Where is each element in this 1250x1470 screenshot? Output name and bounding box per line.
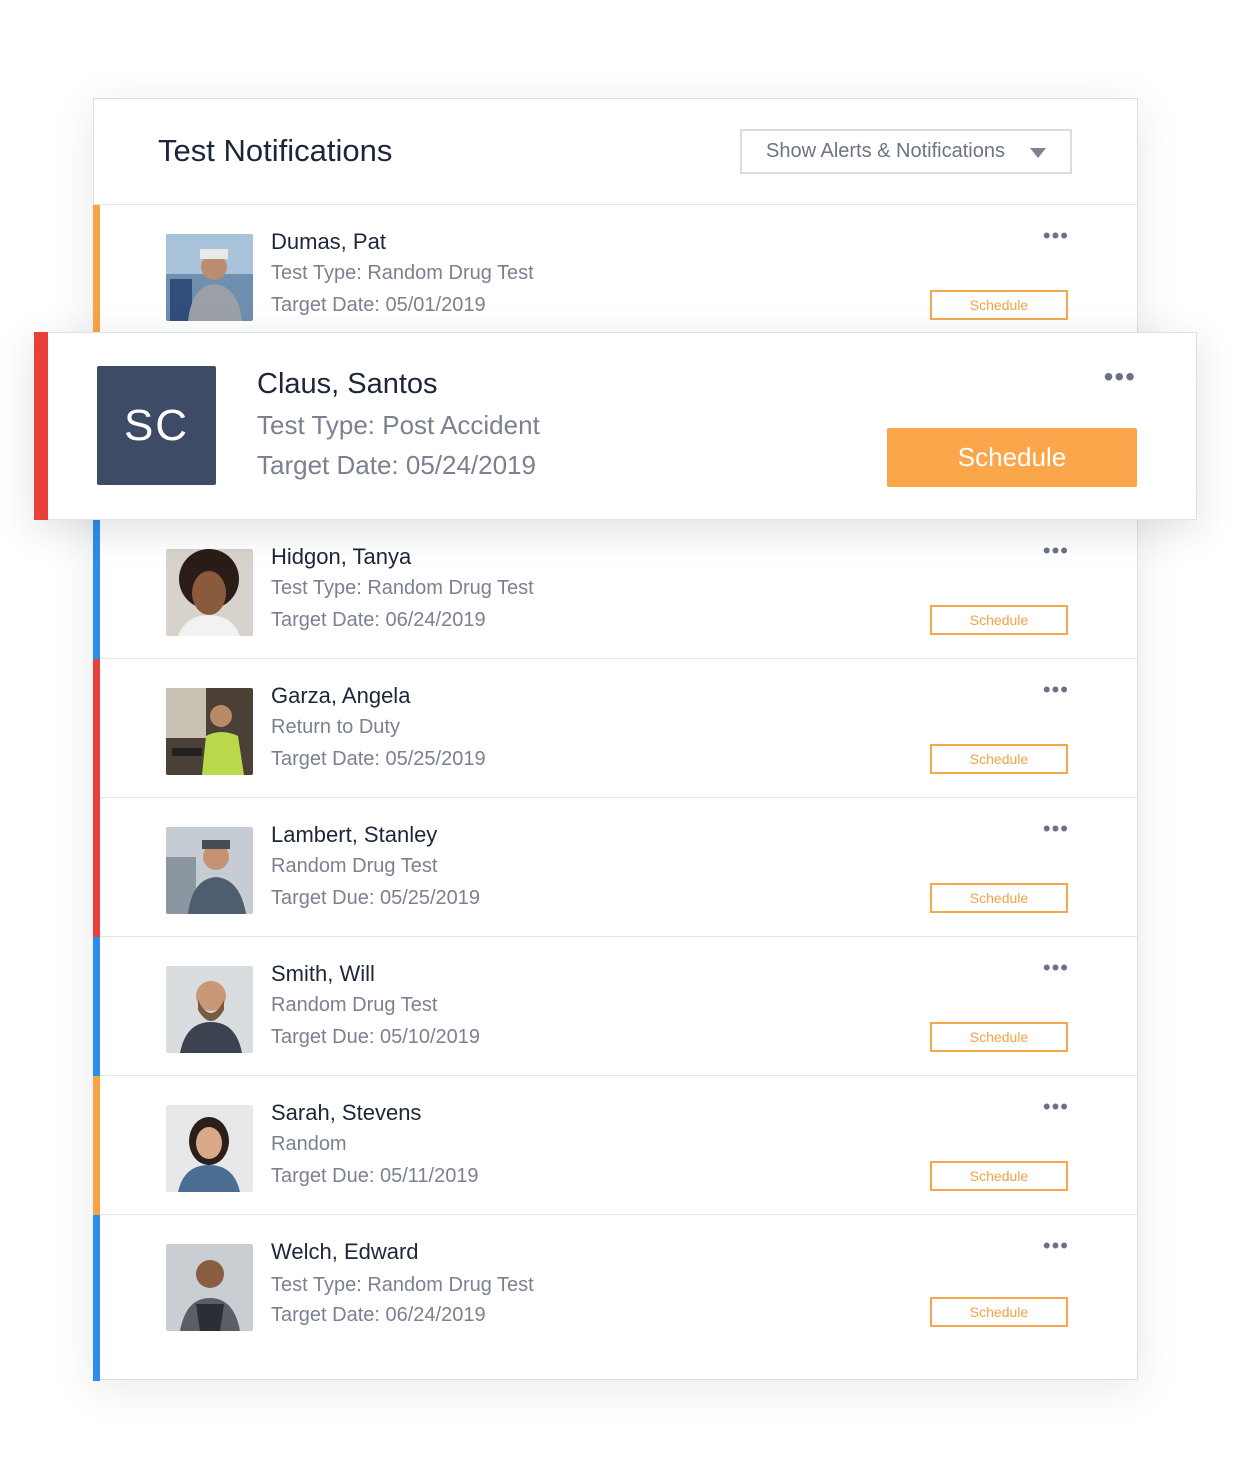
test-type: Random Drug Test	[271, 994, 438, 1016]
target-date: Target Date: 05/24/2019	[257, 450, 536, 480]
notification-row-smith[interactable]: Smith, Will Random Drug Test Target Due:…	[93, 937, 1137, 1076]
status-bar	[34, 332, 48, 520]
target-date: Target Due: 05/10/2019	[271, 1026, 481, 1048]
panel-header: Test Notifications Show Alerts & Notific…	[94, 99, 1137, 205]
driver-name: Smith, Will	[271, 961, 375, 986]
featured-notification-card[interactable]: SC Claus, Santos Test Type: Post Acciden…	[34, 332, 1197, 520]
schedule-button[interactable]: Schedule	[930, 290, 1068, 320]
avatar	[166, 1244, 253, 1331]
alerts-filter-select[interactable]: Show Alerts & Notifications	[740, 129, 1072, 174]
avatar	[166, 234, 253, 321]
avatar	[166, 966, 253, 1053]
notification-row-hidgon[interactable]: Hidgon, Tanya Test Type: Random Drug Tes…	[93, 520, 1137, 659]
notification-row-lambert[interactable]: Lambert, Stanley Random Drug Test Target…	[93, 798, 1137, 937]
notification-row-dumas[interactable]: Dumas, Pat Test Type: Random Drug Test T…	[93, 205, 1137, 344]
more-options-icon[interactable]: •••	[1043, 225, 1069, 247]
status-bar	[93, 520, 100, 659]
status-bar	[93, 798, 100, 937]
target-date: Target Date: 06/24/2019	[271, 1304, 486, 1326]
target-date: Target Date: 05/01/2019	[271, 294, 486, 316]
more-options-icon[interactable]: •••	[1043, 818, 1069, 840]
schedule-button[interactable]: Schedule	[930, 1297, 1068, 1327]
test-type: Return to Duty	[271, 716, 400, 738]
driver-name: Dumas, Pat	[271, 229, 386, 254]
test-type: Random Drug Test	[271, 855, 438, 877]
avatar	[166, 688, 253, 775]
more-options-icon[interactable]: •••	[1043, 679, 1069, 701]
notification-row-welch[interactable]: Welch, Edward Test Type: Random Drug Tes…	[93, 1215, 1137, 1381]
initials-avatar: SC	[97, 366, 216, 485]
more-options-icon[interactable]: •••	[1043, 540, 1069, 562]
more-options-icon[interactable]: •••	[1043, 957, 1069, 979]
driver-name: Claus, Santos	[257, 368, 438, 400]
more-options-icon[interactable]: •••	[1043, 1096, 1069, 1118]
driver-name: Sarah, Stevens	[271, 1100, 422, 1125]
test-type: Test Type: Post Accident	[257, 410, 540, 440]
test-type: Test Type: Random Drug Test	[271, 577, 534, 599]
schedule-button[interactable]: Schedule	[887, 428, 1137, 487]
more-options-icon[interactable]: •••	[1043, 1235, 1069, 1257]
status-bar	[93, 205, 100, 344]
test-type: Test Type: Random Drug Test	[271, 1274, 534, 1296]
driver-name: Hidgon, Tanya	[271, 544, 412, 569]
target-date: Target Date: 06/24/2019	[271, 609, 486, 631]
schedule-button[interactable]: Schedule	[930, 1022, 1068, 1052]
driver-name: Welch, Edward	[271, 1239, 419, 1264]
status-bar	[93, 1076, 100, 1215]
page-title: Test Notifications	[158, 133, 393, 168]
target-date: Target Date: 05/25/2019	[271, 748, 486, 770]
status-bar	[93, 1215, 100, 1381]
status-bar	[93, 937, 100, 1076]
schedule-button[interactable]: Schedule	[930, 1161, 1068, 1191]
schedule-button[interactable]: Schedule	[930, 744, 1068, 774]
schedule-button[interactable]: Schedule	[930, 883, 1068, 913]
schedule-button[interactable]: Schedule	[930, 605, 1068, 635]
avatar	[166, 549, 253, 636]
avatar	[166, 1105, 253, 1192]
notification-row-garza[interactable]: Garza, Angela Return to Duty Target Date…	[93, 659, 1137, 798]
target-date: Target Due: 05/25/2019	[271, 887, 481, 909]
driver-name: Garza, Angela	[271, 683, 411, 708]
avatar	[166, 827, 253, 914]
caret-down-icon[interactable]	[1030, 148, 1046, 158]
driver-name: Lambert, Stanley	[271, 822, 438, 847]
notification-row-sarah[interactable]: Sarah, Stevens Random Target Due: 05/11/…	[93, 1076, 1137, 1215]
notifications-panel: Test Notifications Show Alerts & Notific…	[93, 98, 1138, 1381]
filter-selected-value: Show Alerts & Notifications	[766, 140, 1005, 162]
more-options-icon[interactable]: •••	[1104, 363, 1136, 391]
target-date: Target Due: 05/11/2019	[271, 1165, 479, 1187]
test-type: Test Type: Random Drug Test	[271, 262, 534, 284]
test-type: Random	[271, 1133, 347, 1155]
status-bar	[93, 659, 100, 798]
